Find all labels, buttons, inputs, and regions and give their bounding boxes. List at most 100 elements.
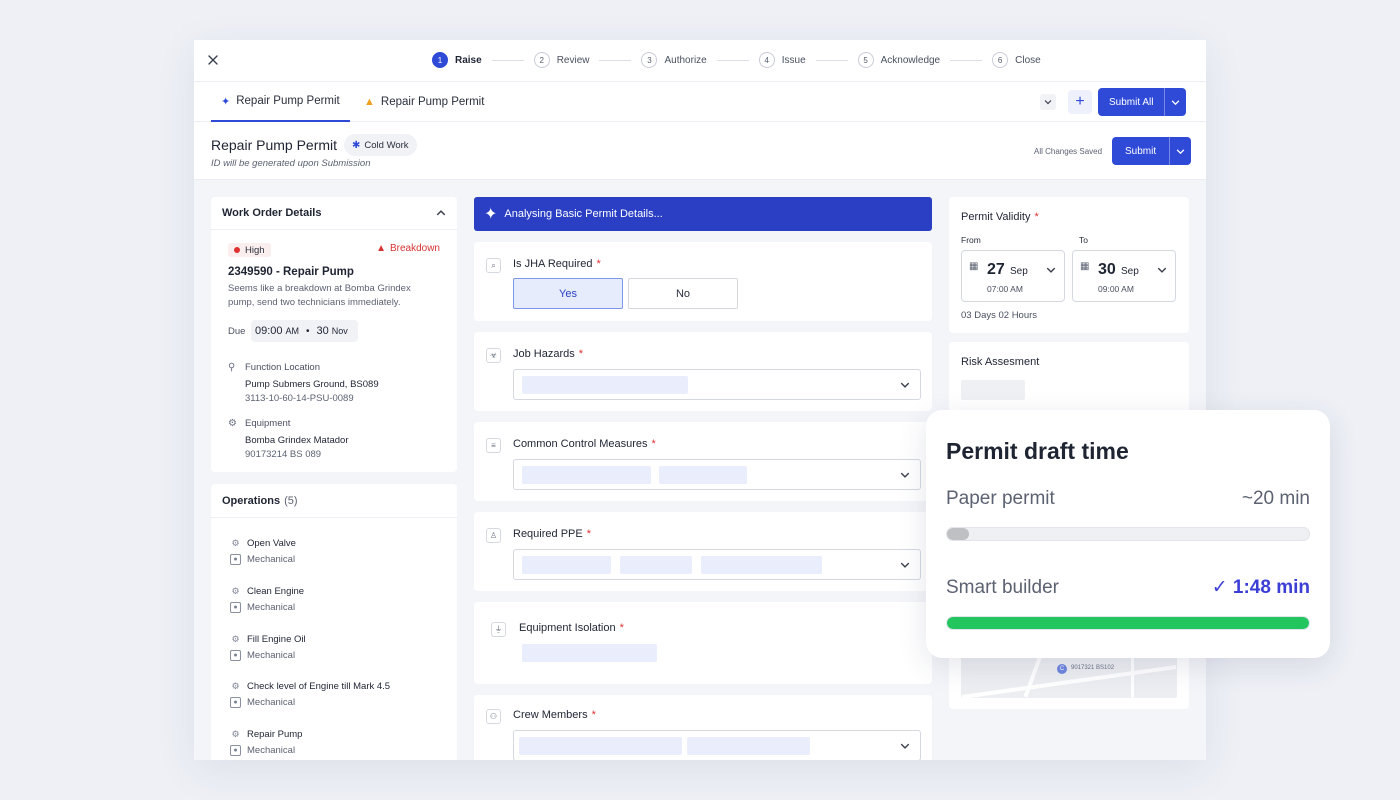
to-month: Sep [1121,266,1139,277]
field-label: Permit Validity * [961,211,1039,223]
sliders-icon: ≡ [486,438,501,453]
smart-builder-label: Smart builder [946,577,1059,598]
map-pin-icon: C [1057,664,1067,674]
control-measures-select[interactable] [513,459,921,490]
function-location-code: 3113-10-60-14-PSU-0089 [245,393,354,404]
step-authorize[interactable]: 3 Authorize [641,52,707,68]
field-label: Crew Members * [513,709,596,721]
tab-repair-pump-permit-2[interactable]: ▲ Repair Pump Permit [364,82,484,122]
permit-validity-card: Permit Validity * From To ▦ 27 Sep 07:00 … [949,197,1189,333]
job-hazards-select[interactable] [513,369,921,400]
chevron-down-icon [1172,99,1180,105]
operation-item[interactable]: ⚙ Open Valve ● Mechanical [230,538,296,565]
required-mark: * [651,438,656,450]
chevron-down-icon [900,562,910,568]
user-icon: ● [230,697,241,708]
operation-item[interactable]: ⚙ Fill Engine Oil ● Mechanical [230,634,306,661]
step-number: 6 [992,52,1009,68]
gear-icon: ✱ [352,139,361,151]
validity-duration: 03 Days 02 Hours [961,310,1038,321]
submit-all-button[interactable]: Submit All [1098,88,1164,116]
step-connector [491,59,524,61]
operation-trade: Mechanical [247,554,296,565]
map-pin-label: 9017321 BS102 [1071,665,1115,671]
step-close[interactable]: 6 Close [992,52,1041,68]
operations-header: Operations (5) [211,484,457,518]
tab-label: Repair Pump Permit [380,96,485,108]
user-icon: ● [230,554,241,565]
draft-time-title: Permit draft time [946,438,1129,464]
chevron-up-icon[interactable] [436,208,446,218]
loading-chip [687,737,810,755]
smart-builder-bar [946,616,1310,630]
from-date-picker[interactable]: ▦ 27 Sep 07:00 AM [961,250,1065,302]
step-issue[interactable]: 4 Issue [758,52,806,68]
map-road [961,664,1177,698]
tab-repair-pump-permit-1[interactable]: ✦ Repair Pump Permit [211,82,350,122]
step-number: 1 [432,52,448,68]
paper-permit-bar [946,527,1310,541]
to-time: 09:00 AM [1098,284,1134,294]
due-date-pill: 09:00 AM • 30 Nov [251,320,358,342]
function-location-value: Pump Submers Ground, BS089 [245,379,379,390]
field-label: Job Hazards * [513,348,583,360]
operation-item[interactable]: ⚙ Repair Pump ● Mechanical [230,729,302,756]
cog-icon: ⚙ [231,586,240,596]
to-date-picker[interactable]: ▦ 30 Sep 09:00 AM [1072,250,1176,302]
no-option[interactable]: No [628,278,738,309]
loading-chip [522,466,651,484]
location-map[interactable]: C 9017321 BS102 [961,654,1177,698]
ppe-select[interactable] [513,549,921,580]
crew-members-select[interactable] [513,730,921,760]
work-order-card: Work Order Details High ▲ Breakdown 23495… [211,197,457,472]
field-label-text: Is JHA Required [513,258,593,270]
field-label: Required PPE * [513,528,591,540]
jha-toggle: Yes No [513,278,743,309]
due-month: Nov [331,326,348,336]
step-acknowledge[interactable]: 5 Acknowledge [857,52,940,68]
chevron-down-icon [900,382,910,388]
add-tab-button[interactable]: + [1068,90,1092,114]
step-raise[interactable]: 1 Raise [432,52,482,68]
submit-options-button[interactable] [1169,137,1191,165]
required-mark: * [596,258,601,270]
section-title: Work Order Details [222,207,322,219]
step-review[interactable]: 2 Review [533,52,589,68]
operation-name: Fill Engine Oil [247,634,306,645]
tabs-dropdown-button[interactable] [1040,94,1056,110]
chevron-down-icon [900,743,910,749]
operation-name: Check level of Engine till Mark 4.5 [247,681,391,692]
smart-builder-time: ✓ 1:48 min [1211,577,1310,598]
jha-field: ⌕ Is JHA Required * Yes No [474,242,932,321]
calendar-icon: ▦ [969,261,979,272]
due-label: Due [228,326,246,337]
yes-option[interactable]: Yes [513,278,623,309]
operation-item[interactable]: ⚙ Check level of Engine till Mark 4.5 ● Me… [230,681,390,708]
operation-item[interactable]: ⚙ Clean Engine ● Mechanical [230,586,304,613]
breakdown-tag: ▲ Breakdown [376,243,440,254]
equipment-label: Equipment [245,418,291,429]
due-time: 09:00 [255,325,283,337]
breakdown-label: Breakdown [389,243,440,254]
draft-time-card: Permit draft time Paper permit ~20 min S… [926,410,1330,658]
stepper-bar: 1 Raise 2 Review 3 Authorize 4 Issue 5 Acknow… [194,40,1206,82]
submit-all-options-button[interactable] [1164,88,1186,116]
work-order-header[interactable]: Work Order Details [211,197,457,230]
operations-card: Operations (5) ⚙ Open Valve ● Mechanical ⚙… [211,484,457,760]
step-number: 5 [857,52,874,68]
field-label-text: Job Hazards [513,348,575,360]
from-day: 27 [987,261,1005,278]
submit-button[interactable]: Submit [1112,137,1169,165]
step-number: 3 [641,52,658,68]
field-label-text: Common Control Measures [513,438,648,450]
field-label: Equipment Isolation * [519,622,624,634]
operation-trade: Mechanical [247,745,296,756]
smart-builder-row: Smart builder ✓ 1:48 min [946,576,1310,599]
page-title: Repair Pump Permit [211,137,338,153]
chevron-down-icon [1044,100,1052,105]
sparkle-icon: ✦ [221,95,231,108]
step-connector [599,59,632,61]
work-order-description: Seems like a breakdown at Bomba Grindex … [228,283,411,308]
user-icon: ● [230,650,241,661]
close-icon[interactable] [206,53,220,67]
